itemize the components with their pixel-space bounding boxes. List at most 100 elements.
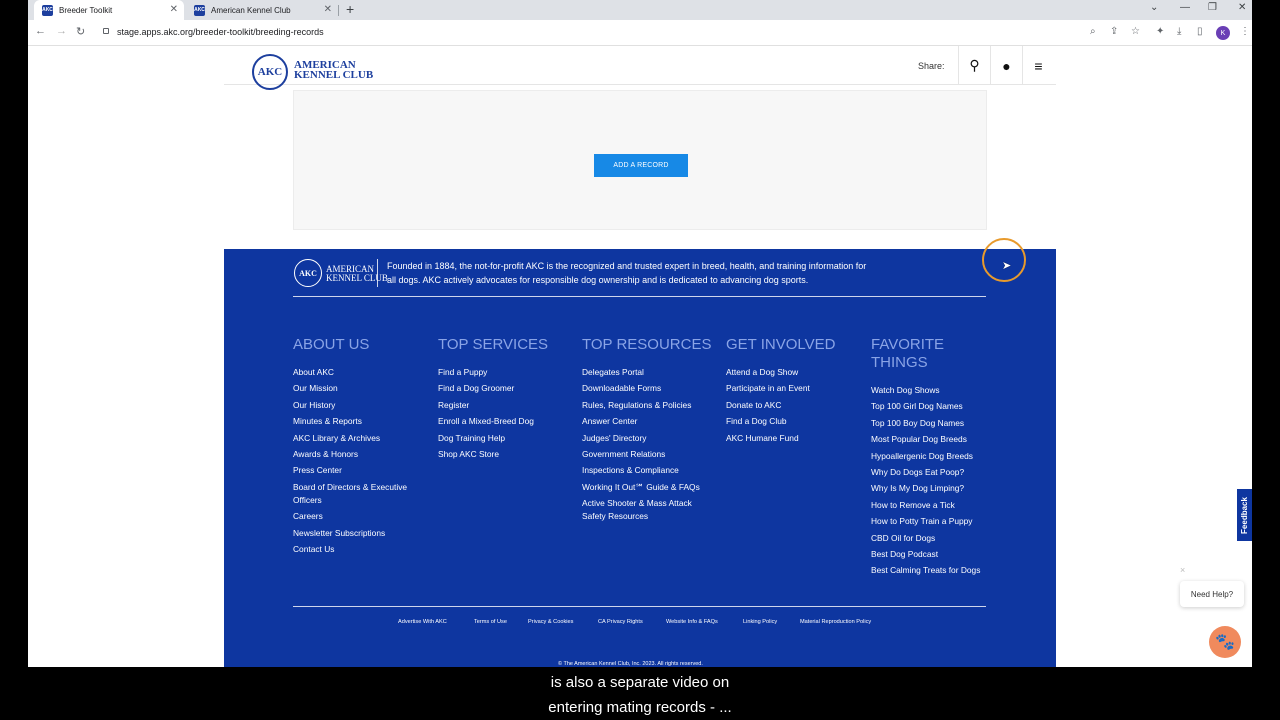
tab-breeder-toolkit[interactable]: AKC Breeder Toolkit ✕ xyxy=(34,0,184,20)
close-icon[interactable]: ✕ xyxy=(324,4,332,15)
footer-link[interactable]: Best Dog Podcast xyxy=(871,548,989,561)
mouse-cursor-icon: ➤ xyxy=(1002,260,1012,272)
footer-link[interactable]: Press Center xyxy=(293,464,425,477)
legal-link[interactable]: Terms of Use xyxy=(474,619,507,625)
footer-link[interactable]: Our History xyxy=(293,399,425,412)
column-title: ABOUT US xyxy=(293,336,370,353)
hamburger-icon: ≡ xyxy=(1034,57,1043,74)
footer-link[interactable]: Hypoallergenic Dog Breeds xyxy=(871,450,989,463)
footer-divider xyxy=(377,259,378,287)
footer-link[interactable]: Careers xyxy=(293,510,425,523)
new-tab-button[interactable]: + xyxy=(346,1,354,17)
lock-icon[interactable] xyxy=(103,28,109,34)
profile-avatar[interactable]: K xyxy=(1216,26,1230,40)
footer-akc-wordmark[interactable]: AMERICAN KENNEL CLUB xyxy=(326,265,388,283)
akc-logo-wordmark[interactable]: AMERICAN KENNEL CLUB xyxy=(294,60,374,81)
footer-column-favorite-things: FAVORITE THINGS Watch Dog Shows Top 100 G… xyxy=(871,336,989,581)
account-button[interactable]: ● xyxy=(990,46,1022,85)
footer-link[interactable]: AKC Humane Fund xyxy=(726,432,858,445)
footer-link[interactable]: Best Calming Treats for Dogs xyxy=(871,564,989,577)
address-toolbar: ← → ↻ stage.apps.akc.org/breeder-toolkit… xyxy=(28,20,1252,46)
footer-link[interactable]: Shop AKC Store xyxy=(438,448,570,461)
footer-link[interactable]: Rules, Regulations & Policies xyxy=(582,399,714,412)
menu-button[interactable]: ≡ xyxy=(1022,46,1054,85)
footer-link[interactable]: Judges' Directory xyxy=(582,432,714,445)
user-icon: ● xyxy=(1002,57,1011,74)
menu-kebab-icon[interactable]: ⋮ xyxy=(1240,26,1250,37)
back-icon[interactable]: ← xyxy=(35,25,46,37)
footer-link[interactable]: About AKC xyxy=(293,366,425,379)
footer-link[interactable]: Most Popular Dog Breeds xyxy=(871,433,989,446)
search-button[interactable]: ⚲ xyxy=(958,46,990,85)
footer-link[interactable]: CBD Oil for Dogs xyxy=(871,532,989,545)
breeding-records-panel: ADD A RECORD xyxy=(293,90,987,230)
tab-label: Breeder Toolkit xyxy=(59,5,113,15)
footer-link[interactable]: Our Mission xyxy=(293,382,425,395)
chevron-down-icon[interactable]: ⌄ xyxy=(1150,2,1158,13)
akc-logo-seal[interactable]: AKC xyxy=(252,54,288,90)
footer-link[interactable]: Donate to AKC xyxy=(726,399,858,412)
share-page-icon[interactable]: ⇪ xyxy=(1110,26,1118,37)
video-caption: is also a separate video on entering mat… xyxy=(0,667,1280,720)
footer-link[interactable]: Inspections & Compliance xyxy=(582,464,714,477)
legal-link[interactable]: Privacy & Cookies xyxy=(528,619,573,625)
url-field[interactable]: stage.apps.akc.org/breeder-toolkit/breed… xyxy=(117,27,324,37)
footer-link[interactable]: Minutes & Reports xyxy=(293,415,425,428)
footer-link[interactable]: Participate in an Event xyxy=(726,382,858,395)
footer-link[interactable]: Delegates Portal xyxy=(582,366,714,379)
footer-link[interactable]: How to Potty Train a Puppy xyxy=(871,515,989,528)
restore-icon[interactable]: ❐ xyxy=(1208,2,1217,13)
footer-link[interactable]: Dog Training Help xyxy=(438,432,570,445)
forward-icon[interactable]: → xyxy=(56,25,67,37)
help-close-button[interactable]: × xyxy=(1180,565,1185,575)
bookmark-star-icon[interactable]: ☆ xyxy=(1131,26,1140,37)
footer-link[interactable]: Register xyxy=(438,399,570,412)
footer-link[interactable]: AKC Library & Archives xyxy=(293,432,425,445)
minimize-icon[interactable]: — xyxy=(1180,2,1190,13)
legal-link[interactable]: CA Privacy Rights xyxy=(598,619,643,625)
close-window-icon[interactable]: ✕ xyxy=(1238,2,1246,13)
footer-link[interactable]: Why Is My Dog Limping? xyxy=(871,482,989,495)
feedback-tab[interactable]: Feedback xyxy=(1237,489,1252,541)
footer-link[interactable]: Answer Center xyxy=(582,415,714,428)
close-icon[interactable]: ✕ xyxy=(170,4,178,15)
caption-line2: entering mating records - ... xyxy=(548,699,732,716)
footer-link[interactable]: Top 100 Boy Dog Names xyxy=(871,417,989,430)
footer-link[interactable]: How to Remove a Tick xyxy=(871,499,989,512)
footer-link[interactable]: Contact Us xyxy=(293,543,425,556)
footer-link[interactable]: Attend a Dog Show xyxy=(726,366,858,379)
tab-american-kennel-club[interactable]: AKC American Kennel Club ✕ xyxy=(186,0,338,20)
footer-link[interactable]: Watch Dog Shows xyxy=(871,384,989,397)
footer-link[interactable]: Find a Dog Groomer xyxy=(438,382,570,395)
add-record-button[interactable]: ADD A RECORD xyxy=(594,154,688,177)
legal-link[interactable]: Website Info & FAQs xyxy=(666,619,718,625)
zoom-icon[interactable]: ⌕ xyxy=(1090,26,1096,37)
paw-chat-icon[interactable]: 🐾 xyxy=(1209,626,1241,658)
footer-rule-bottom xyxy=(293,606,986,607)
footer-link[interactable]: Board of Directors & Executive Officers xyxy=(293,481,425,507)
side-panel-icon[interactable]: ▯ xyxy=(1197,26,1203,37)
footer-link[interactable]: Government Relations xyxy=(582,448,714,461)
logo-line2: KENNEL CLUB xyxy=(294,69,374,81)
footer-link[interactable]: Working It Out℠ Guide & FAQs xyxy=(582,481,714,494)
footer-link[interactable]: Awards & Honors xyxy=(293,448,425,461)
legal-link[interactable]: Linking Policy xyxy=(743,619,777,625)
footer-link[interactable]: Find a Dog Club xyxy=(726,415,858,428)
extensions-icon[interactable]: ✦ xyxy=(1156,26,1164,37)
legal-link[interactable]: Material Reproduction Policy xyxy=(800,619,871,625)
footer-akc-seal[interactable]: AKC xyxy=(294,259,322,287)
footer-link[interactable]: Enroll a Mixed-Breed Dog xyxy=(438,415,570,428)
footer-link[interactable]: Why Do Dogs Eat Poop? xyxy=(871,466,989,479)
footer-link[interactable]: Active Shooter & Mass Attack Safety Reso… xyxy=(582,497,714,523)
footer-column-top-services: TOP SERVICES Find a Puppy Find a Dog Groo… xyxy=(438,336,570,464)
need-help-bubble[interactable]: Need Help? xyxy=(1180,581,1244,607)
download-icon[interactable]: ⤓ xyxy=(1177,26,1181,37)
legal-link[interactable]: Advertise With AKC xyxy=(398,619,447,625)
footer-rule-top xyxy=(293,296,986,297)
footer-link[interactable]: Downloadable Forms xyxy=(582,382,714,395)
footer-link[interactable]: Find a Puppy xyxy=(438,366,570,379)
footer-link[interactable]: Top 100 Girl Dog Names xyxy=(871,400,989,413)
tab-divider xyxy=(338,5,339,16)
footer-link[interactable]: Newsletter Subscriptions xyxy=(293,527,425,540)
reload-icon[interactable]: ↻ xyxy=(76,25,85,38)
